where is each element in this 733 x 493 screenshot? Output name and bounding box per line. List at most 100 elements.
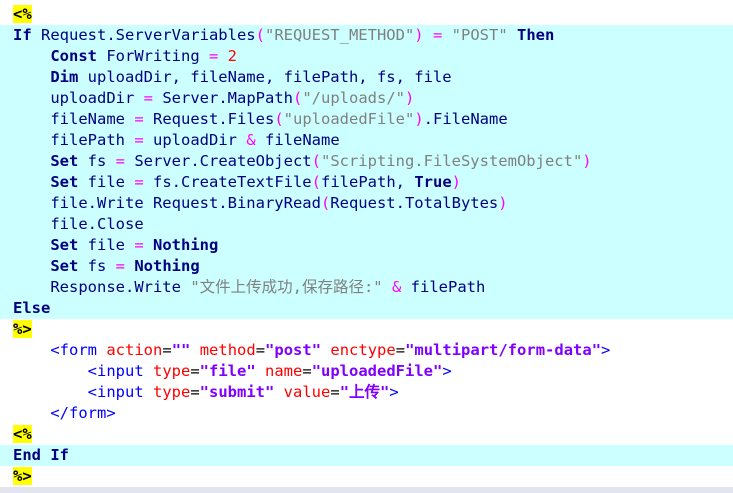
code-line[interactable]: %>	[0, 466, 733, 487]
code-token: Response.Write	[13, 278, 191, 296]
code-token: =	[208, 47, 219, 65]
code-token: enctype	[330, 341, 396, 359]
code-token: Set	[50, 236, 79, 254]
code-line[interactable]: End If	[0, 445, 733, 466]
code-line[interactable]: If Request.ServerVariables("REQUEST_METH…	[0, 25, 733, 46]
code-token: name	[265, 362, 303, 380]
code-line[interactable]: Set fs = Server.CreateObject("Scripting.…	[0, 151, 733, 172]
code-line[interactable]: <%	[0, 4, 733, 25]
code-token: Else	[13, 299, 51, 317]
code-token: "上传"	[339, 383, 390, 401]
code-token: Request.ServerVariables	[31, 26, 256, 44]
code-token: =	[302, 362, 312, 380]
code-line[interactable]: file.Write Request.BinaryRead(Request.To…	[0, 193, 733, 214]
code-token: action	[106, 341, 163, 359]
code-token: Nothing	[134, 257, 200, 275]
code-token: "post"	[265, 341, 322, 359]
code-token: "submit"	[199, 383, 275, 401]
code-line[interactable]: filePath = uploadDir & fileName	[0, 130, 733, 151]
code-token: (	[292, 89, 303, 107]
code-token: file	[78, 173, 135, 191]
code-token: =	[395, 341, 406, 359]
code-token: Const	[50, 47, 97, 65]
code-token: =	[330, 383, 340, 401]
code-line[interactable]: <input type="file" name="uploadedFile">	[0, 361, 733, 382]
code-token: (	[274, 110, 284, 128]
code-token: value	[283, 383, 331, 401]
code-token: =	[134, 110, 144, 128]
code-token: Request.TotalBytes	[330, 194, 499, 212]
code-line[interactable]: %>	[0, 319, 733, 340]
code-line[interactable]: Const ForWriting = 2	[0, 46, 733, 67]
code-token: (	[255, 26, 265, 44]
code-token: uploadDir, fileName, filePath, fs, file	[78, 68, 452, 86]
code-line[interactable]: Set file = fs.CreateTextFile(filePath, T…	[0, 172, 733, 193]
code-token: filePath	[401, 278, 486, 296]
code-line[interactable]: Set fs = Nothing	[0, 256, 733, 277]
code-token: )	[451, 173, 461, 191]
code-token: fileName	[255, 131, 340, 149]
code-token: If	[13, 26, 32, 44]
code-line[interactable]: Set file = Nothing	[0, 235, 733, 256]
code-token: type	[153, 383, 191, 401]
code-line[interactable]: uploadDir = Server.MapPath("/uploads/")	[0, 88, 733, 109]
editor-bottom-edge	[0, 487, 733, 493]
code-token: uploadDir	[143, 131, 247, 149]
code-token: "Scripting.FileSystemObject"	[320, 152, 583, 170]
code-token: ""	[171, 341, 191, 359]
code-line[interactable]: file.Close	[0, 214, 733, 235]
code-token: =	[190, 362, 200, 380]
code-token: =	[162, 341, 172, 359]
code-token: Dim	[50, 68, 79, 86]
code-token: "file"	[199, 362, 256, 380]
code-line[interactable]: </form>	[0, 403, 733, 424]
code-token: </form>	[50, 404, 116, 422]
code-line[interactable]: <input type="submit" value="上传">	[0, 382, 733, 403]
code-editor[interactable]: <% If Request.ServerVariables("REQUEST_ME…	[0, 0, 733, 493]
code-token: Nothing	[153, 236, 219, 254]
code-token: )	[582, 152, 592, 170]
code-token: Set	[50, 152, 79, 170]
code-token: &	[391, 278, 402, 296]
code-line[interactable]: Response.Write "文件上传成功,保存路径:" & filePath	[0, 277, 733, 298]
code-token: filePath	[13, 131, 135, 149]
code-line[interactable]: <form action="" method="post" enctype="m…	[0, 340, 733, 361]
code-token: fs	[78, 152, 116, 170]
code-token: True	[414, 173, 452, 191]
code-token: (	[311, 173, 321, 191]
code-line[interactable]: <%	[0, 424, 733, 445]
code-token: ForWriting	[97, 47, 209, 65]
code-token: "REQUEST_METHOD"	[264, 26, 415, 44]
code-token: "/uploads/"	[302, 89, 405, 107]
code-token: (	[311, 152, 321, 170]
code-token: =	[134, 236, 144, 254]
code-token: =	[432, 26, 443, 44]
code-line[interactable]: Dim uploadDir, fileName, filePath, fs, f…	[0, 67, 733, 88]
code-token: =	[134, 131, 144, 149]
code-token: =	[115, 257, 125, 275]
code-line[interactable]: fileName = Request.Files("uploadedFile")…	[0, 109, 733, 130]
code-token: "multipart/form-data"	[405, 341, 602, 359]
code-token: >	[389, 383, 399, 401]
code-token: <input	[87, 383, 144, 401]
code-token: "POST"	[451, 26, 508, 44]
code-token: %>	[13, 320, 32, 338]
code-token: Then	[517, 26, 555, 44]
code-token: Request.Files	[143, 110, 275, 128]
code-token: <%	[13, 5, 32, 23]
code-line[interactable]: Else	[0, 298, 733, 319]
